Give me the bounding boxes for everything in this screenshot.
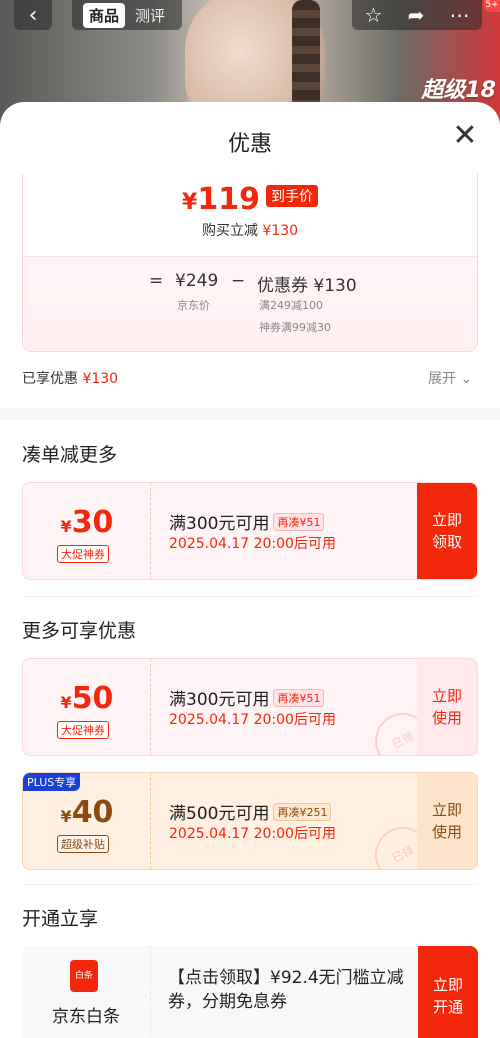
reduce-label: 购买立减 xyxy=(201,223,258,239)
more-icon[interactable]: ⋯ xyxy=(449,3,469,27)
plus-exclusive-tag: PLUS专享 xyxy=(23,773,81,791)
product-tabs: 商品 测评 xyxy=(72,0,182,30)
promo-banner-text: 超级18 xyxy=(421,78,496,103)
coupon-condition: 满300元可用 再凑¥51 xyxy=(169,685,325,710)
section-title-stack: 凑单减更多 xyxy=(22,444,118,466)
divider xyxy=(22,596,478,597)
coupon-symbol: ¥ xyxy=(60,693,72,712)
message-badge: 5+ xyxy=(484,0,500,12)
coupon-symbol: ¥ xyxy=(60,807,72,826)
coupon-condition: 满500元可用 再凑¥251 xyxy=(169,799,332,824)
tab-product[interactable]: 商品 xyxy=(82,2,125,28)
claim-coupon-button[interactable]: 立即 领取 xyxy=(417,483,477,579)
coupon-amount: ¥40 xyxy=(23,795,151,830)
use-coupon-button[interactable]: 立即 使用 xyxy=(417,773,477,869)
enjoyed-amount: ¥130 xyxy=(82,371,119,387)
coupon-more-tag: 再凑¥51 xyxy=(273,689,325,707)
coupon-kind: 大促神券 xyxy=(57,545,109,563)
coupon-condition-text: 满300元可用 xyxy=(169,690,270,710)
star-icon[interactable]: ☆ xyxy=(365,3,383,27)
coupon-label: 优惠券 xyxy=(257,276,308,296)
coupon-card: ¥30 大促神券 满300元可用 再凑¥51 2025.04.17 20:00后可… xyxy=(22,482,478,580)
baitiao-separator xyxy=(150,946,151,1038)
use-coupon-button[interactable]: 立即 使用 xyxy=(417,659,477,755)
baitiao-card: 白条 京东白条 【点击领取】¥92.4无门槛立减券，分期免息券 立即 开通 xyxy=(22,946,478,1038)
coupon-amount: ¥30 xyxy=(23,505,151,540)
section-divider xyxy=(0,408,500,420)
final-price-tag: 到手价 xyxy=(265,185,318,207)
coupon-value: 40 xyxy=(71,795,114,830)
expand-button[interactable]: 展开 ⌄ xyxy=(428,368,472,388)
equals-sign: = xyxy=(149,271,164,291)
price-breakdown: = ¥249 京东价 − 优惠券 ¥130 满249减100 神券满99减30 xyxy=(23,256,477,351)
coupon-kind: 大促神券 xyxy=(57,721,109,739)
coupon-condition: 满300元可用 再凑¥51 xyxy=(169,509,325,534)
jd-price-label: 京东价 xyxy=(177,299,210,312)
coupon-separator xyxy=(150,483,151,579)
coupon-value: 50 xyxy=(71,681,114,716)
enjoyed-label: 已享优惠 xyxy=(22,371,78,387)
section-title-more: 更多可享优惠 xyxy=(22,620,137,642)
coupon-card: ¥50 大促神券 满300元可用 再凑¥51 2025.04.17 20:00后可… xyxy=(22,658,478,756)
sheet-title: 优惠 xyxy=(227,132,272,157)
coupon-separator xyxy=(150,773,151,869)
coupon-separator xyxy=(150,659,151,755)
minus-sign: − xyxy=(231,271,246,291)
price-value: 119 xyxy=(197,182,260,217)
price-summary-card: ¥119 到手价 购买立减 ¥130 = ¥249 京东价 − 优惠券 ¥130 … xyxy=(22,174,478,352)
reduce-amount: ¥130 xyxy=(262,223,299,239)
coupon-more-tag: 再凑¥251 xyxy=(273,803,332,821)
coupon-value: 30 xyxy=(71,505,114,540)
open-baitiao-button[interactable]: 立即 开通 xyxy=(418,946,478,1038)
coupon-amount: ¥50 xyxy=(23,681,151,716)
coupon-kind: 超级补贴 xyxy=(57,835,109,853)
jd-price: ¥249 xyxy=(175,271,219,291)
section-title-open: 开通立享 xyxy=(22,908,99,930)
coupon-symbol: ¥ xyxy=(60,517,72,536)
coupon-time: 2025.04.17 20:00后可用 xyxy=(169,536,336,552)
chevron-left-icon: ‹ xyxy=(28,2,38,28)
coupon-card: PLUS专享 ¥40 超级补贴 满500元可用 再凑¥251 2025.04.17… xyxy=(22,772,478,870)
enjoyed-discount: 已享优惠 ¥130 xyxy=(22,368,118,388)
share-icon[interactable]: ➦ xyxy=(408,3,425,27)
coupon-time: 2025.04.17 20:00后可用 xyxy=(169,712,336,728)
coupon-more-tag: 再凑¥51 xyxy=(273,513,325,531)
final-price: ¥119 到手价 xyxy=(23,182,477,217)
coupon-amount: ¥130 xyxy=(313,276,357,296)
tab-review[interactable]: 测评 xyxy=(129,3,171,28)
price-currency: ¥ xyxy=(182,190,198,215)
discount-sheet: 优惠 ✕ ¥119 到手价 购买立减 ¥130 = ¥249 京东价 − 优惠券 … xyxy=(0,102,500,1038)
coupon-condition-text: 满300元可用 xyxy=(169,514,270,534)
header-tools: ☆ ➦ ⋯ xyxy=(352,0,482,30)
baitiao-description: 【点击领取】¥92.4无门槛立减券，分期免息券 xyxy=(168,968,404,1012)
baitiao-logo-icon: 白条 xyxy=(70,960,98,992)
coupon-total: 优惠券 ¥130 xyxy=(257,271,357,296)
back-button[interactable]: ‹ xyxy=(14,0,52,30)
divider xyxy=(22,884,478,885)
coupon-note-2: 神券满99减30 xyxy=(259,321,331,334)
baitiao-name: 京东白条 xyxy=(52,1007,120,1027)
reduce-line: 购买立减 ¥130 xyxy=(23,220,477,240)
coupon-note-1: 满249减100 xyxy=(259,299,323,312)
coupon-condition-text: 满500元可用 xyxy=(169,804,270,824)
close-icon[interactable]: ✕ xyxy=(450,121,480,152)
coupon-time: 2025.04.17 20:00后可用 xyxy=(169,826,336,842)
